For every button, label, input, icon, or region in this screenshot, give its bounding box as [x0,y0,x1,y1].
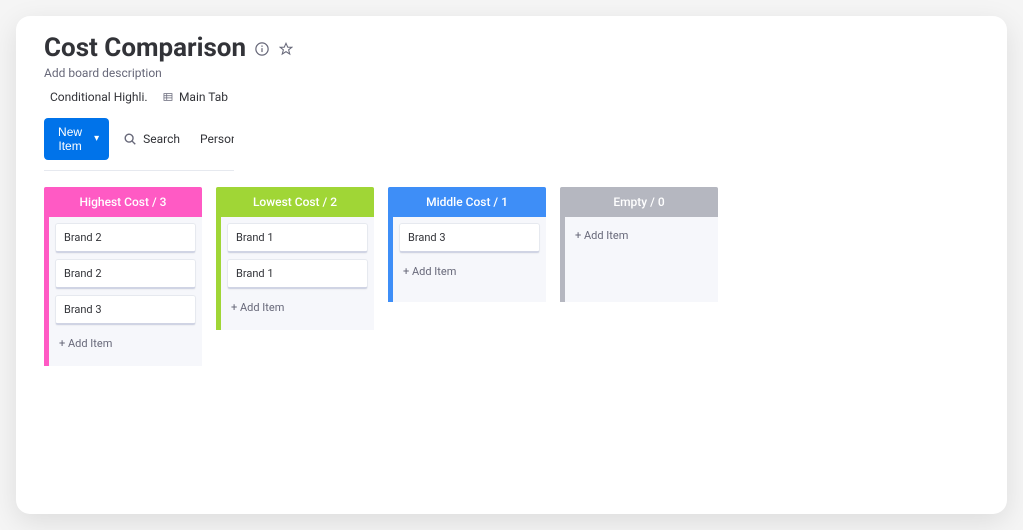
kanban-column-highest: Highest Cost / 3 Brand 2 Brand 2 Brand 3… [44,187,202,366]
board-title: Cost Comparison [44,34,246,64]
person-filter-button[interactable]: Person [194,132,234,146]
column-header[interactable]: Highest Cost / 3 [44,187,202,217]
view-tab-conditional[interactable]: Conditional Highli… [44,90,147,104]
kanban-board: Highest Cost / 3 Brand 2 Brand 2 Brand 3… [44,187,979,366]
new-item-label: New Item [54,125,86,153]
search-button[interactable]: Search [123,132,180,146]
column-body: + Add Item [565,217,718,250]
column-title: Lowest Cost [253,195,320,209]
column-body: Brand 3 + Add Item [393,217,546,286]
column-header[interactable]: Empty / 0 [560,187,718,217]
column-header[interactable]: Middle Cost / 1 [388,187,546,217]
column-title: Middle Cost [426,195,490,209]
view-tab-main[interactable]: Main Tab [163,90,228,104]
kanban-column-middle: Middle Cost / 1 Brand 3 + Add Item [388,187,546,302]
info-icon[interactable] [254,41,270,57]
add-item-button[interactable]: + Add Item [227,295,368,316]
view-tab-label: Main Tab [179,90,228,104]
kanban-card[interactable]: Brand 2 [55,223,196,253]
column-count: 0 [658,195,665,209]
column-count: 2 [330,195,337,209]
column-title: Empty [613,195,647,209]
kanban-card[interactable]: Brand 1 [227,223,368,253]
search-label: Search [143,132,180,146]
add-item-button[interactable]: + Add Item [399,259,540,280]
view-tab-label: Conditional Highli… [50,90,147,104]
column-body: Brand 1 Brand 1 + Add Item [221,217,374,322]
toolbar: New Item ▾ Search Person [44,118,234,171]
board-header: Cost Comparison [44,34,979,64]
board-description[interactable]: Add board description [44,66,979,80]
search-icon [123,132,137,146]
kanban-column-empty: Empty / 0 + Add Item [560,187,718,302]
board-card: Cost Comparison Add board description Co… [16,16,1007,514]
chevron-down-icon: ▾ [94,133,99,144]
person-label: Person [200,132,234,146]
column-count: 1 [501,195,508,209]
kanban-column-lowest: Lowest Cost / 2 Brand 1 Brand 1 + Add It… [216,187,374,330]
column-title: Highest Cost [80,195,149,209]
column-header[interactable]: Lowest Cost / 2 [216,187,374,217]
add-item-button[interactable]: + Add Item [571,223,712,244]
add-item-button[interactable]: + Add Item [55,331,196,352]
table-icon [163,90,173,104]
star-icon[interactable] [278,41,294,57]
kanban-card[interactable]: Brand 2 [55,259,196,289]
column-body: Brand 2 Brand 2 Brand 3 + Add Item [49,217,202,358]
new-item-button[interactable]: New Item ▾ [44,118,109,160]
kanban-card[interactable]: Brand 3 [55,295,196,325]
views-row: Conditional Highli… Main Tab [44,90,979,104]
kanban-card[interactable]: Brand 1 [227,259,368,289]
column-count: 3 [160,195,167,209]
kanban-card[interactable]: Brand 3 [399,223,540,253]
